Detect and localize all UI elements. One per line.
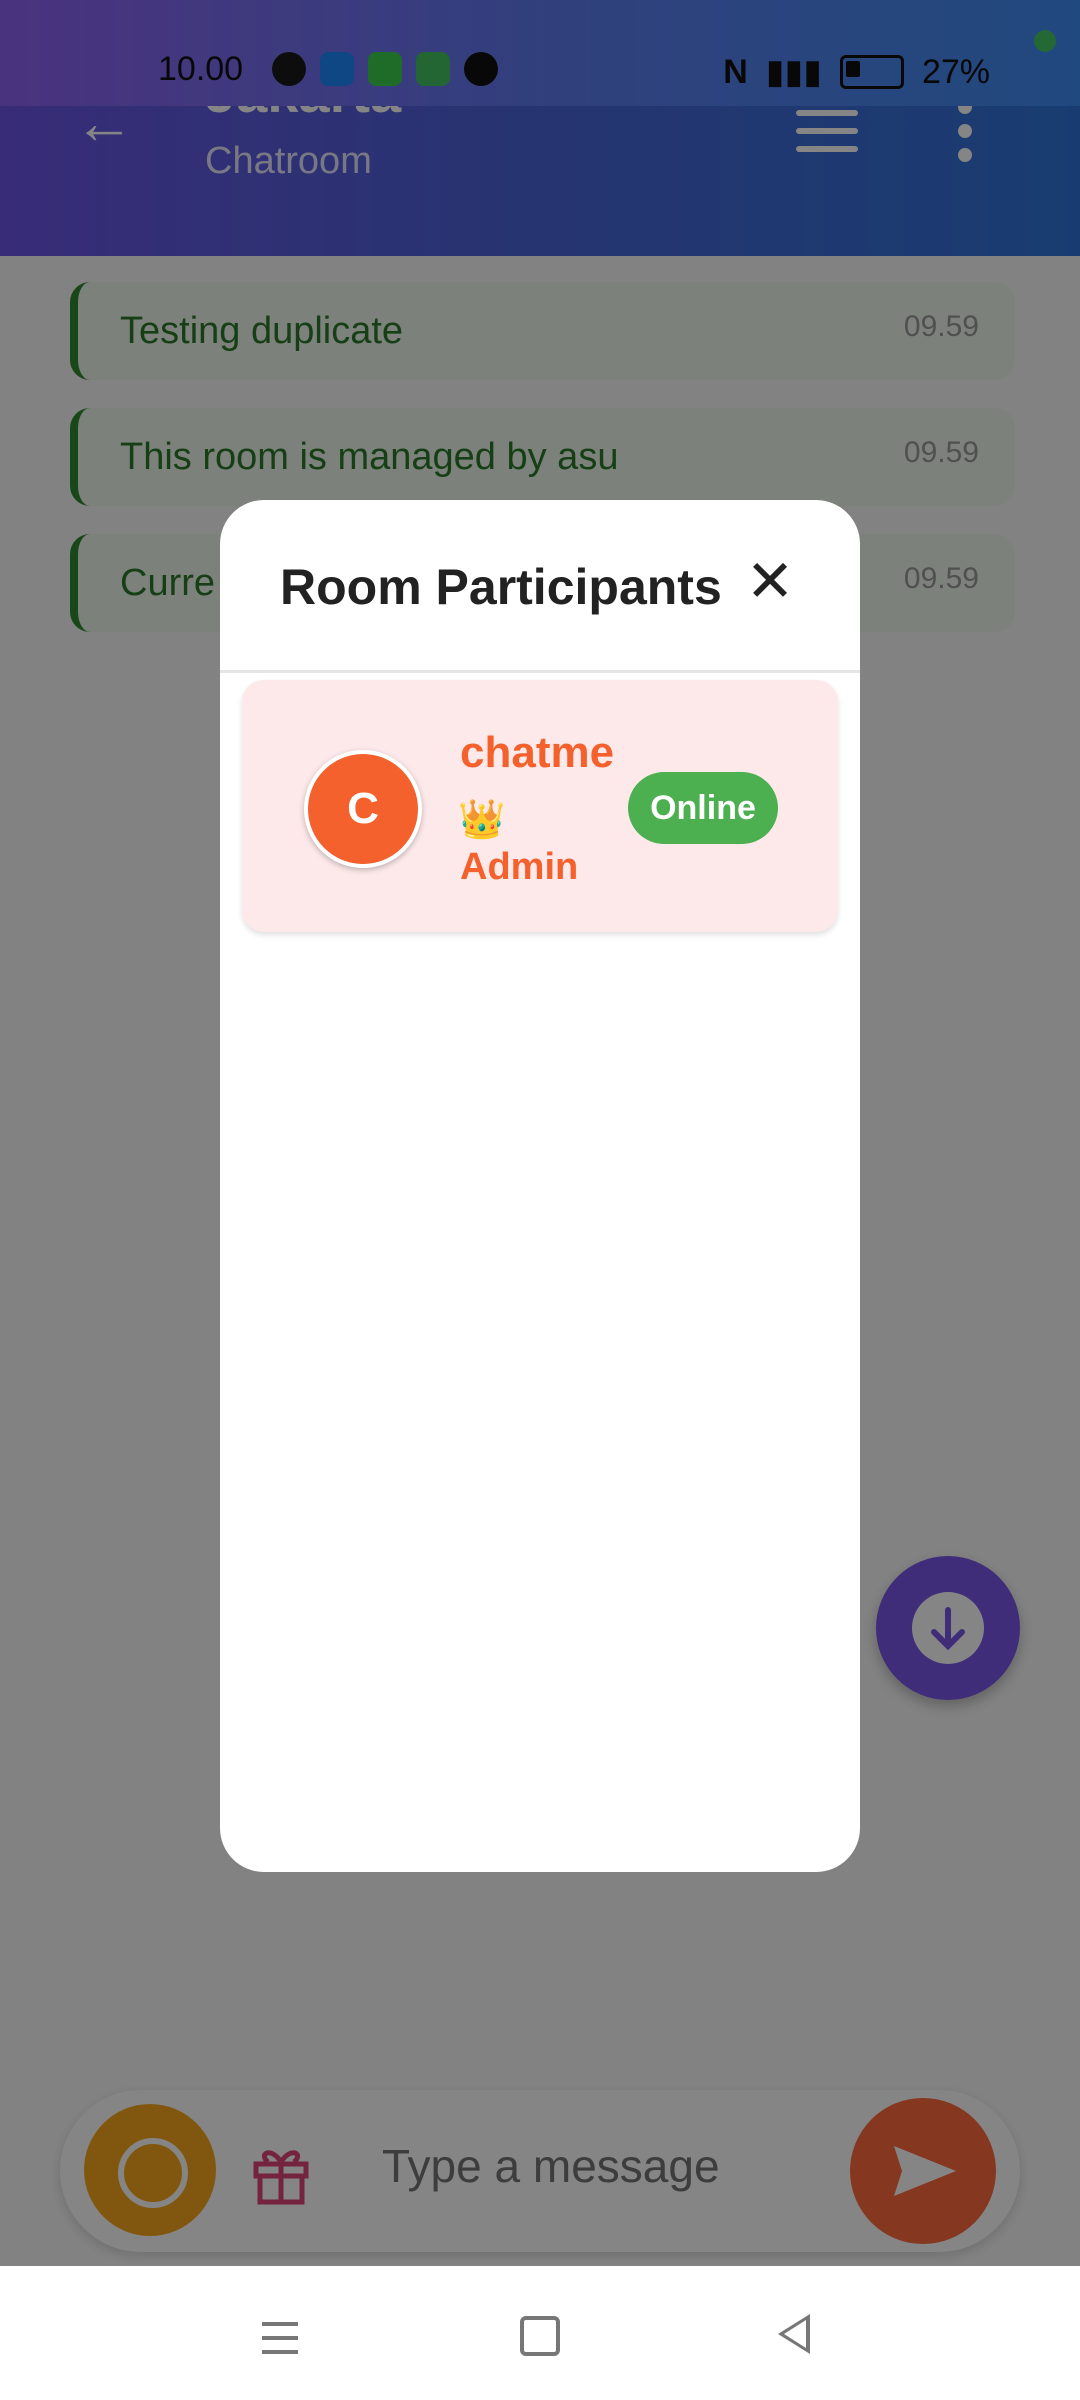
crown-icon: 👑: [458, 799, 506, 841]
close-icon[interactable]: ✕: [740, 552, 800, 612]
recent-apps-button[interactable]: [262, 2322, 298, 2364]
system-back-button[interactable]: [778, 2314, 810, 2354]
divider: [220, 670, 860, 673]
participant-name: chatme: [460, 728, 615, 777]
home-button[interactable]: [520, 2316, 560, 2356]
system-navigation-bar: [0, 2266, 1080, 2400]
status-badge: Online: [628, 772, 778, 844]
participants-modal: Room Participants ✕ C chatme 👑 Admin Onl…: [220, 500, 860, 1872]
avatar: C: [304, 750, 422, 868]
modal-title: Room Participants: [280, 559, 722, 615]
participant-role: Admin: [460, 846, 579, 888]
participant-card[interactable]: C chatme 👑 Admin Online: [242, 680, 838, 932]
